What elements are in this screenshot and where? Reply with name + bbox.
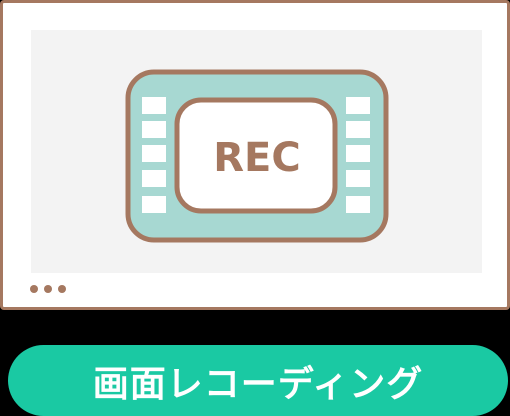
dot — [30, 285, 38, 293]
window-frame: REC — [0, 0, 510, 310]
window-screen: REC — [31, 30, 482, 273]
more-dots-icon — [30, 285, 66, 293]
dot — [58, 285, 66, 293]
screen-recording-card: REC 画面レコーディング — [0, 0, 510, 416]
rec-label: REC — [213, 135, 300, 181]
screen-recording-label-pill: 画面レコーディング — [8, 345, 508, 416]
film-rec-icon: REC — [125, 69, 389, 243]
dot — [44, 285, 52, 293]
screen-recording-label: 画面レコーディング — [92, 363, 424, 405]
